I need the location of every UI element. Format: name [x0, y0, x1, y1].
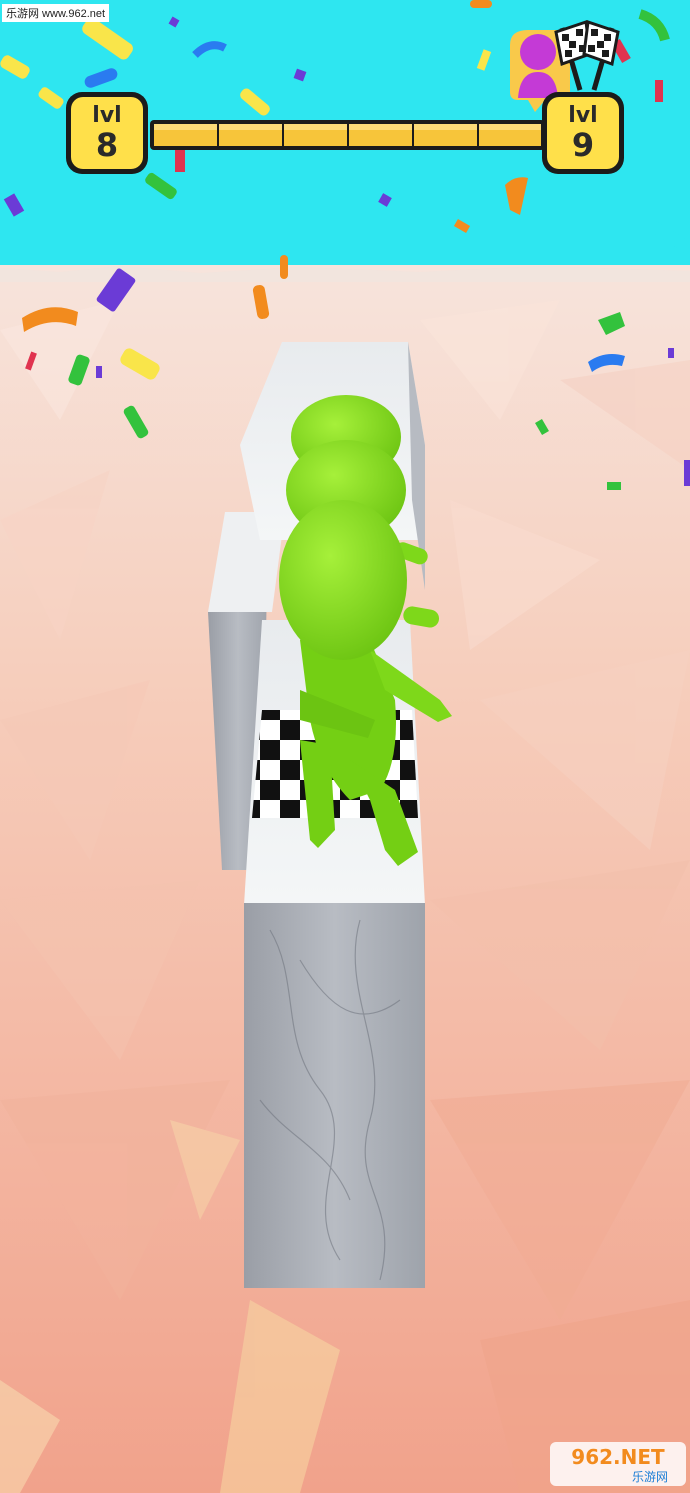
- current-level-badge: lvl 8: [66, 92, 148, 174]
- next-level-badge: lvl 9: [542, 92, 624, 174]
- game-scene: [0, 0, 690, 1493]
- marble-pillar-front: [244, 903, 425, 1288]
- next-level-number: 9: [571, 126, 595, 164]
- current-level-number: 8: [95, 126, 119, 164]
- level-progress-bar: [150, 120, 545, 150]
- next-level-label: lvl: [568, 103, 598, 128]
- watermark-bottom-logo: 962.NET 乐游网: [550, 1442, 686, 1486]
- current-level-label: lvl: [92, 103, 122, 128]
- watermark-bottom-main: 962.NET: [571, 1445, 665, 1469]
- watermark-bottom-sub: 乐游网: [632, 1470, 668, 1484]
- watermark-top: 乐游网 www.962.net: [2, 4, 110, 22]
